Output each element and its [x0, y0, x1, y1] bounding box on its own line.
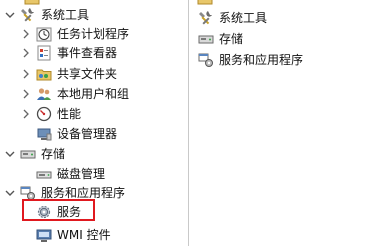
tools-icon [198, 10, 214, 26]
list-item-label: 存储 [219, 32, 244, 46]
storage-icon [198, 31, 214, 47]
services-apps-icon [198, 52, 214, 68]
list-item-system-tools[interactable]: 系统工具 [198, 8, 267, 28]
tree-item-label: 设备管理器 [57, 127, 118, 141]
disk-icon [36, 166, 52, 182]
tree-item-label: 磁盘管理 [57, 167, 106, 181]
navigation-tree-pane: 系统工具 任务计划程序 事件查看器 共享文件夹 本地用户和组 性能 设备管理器 … [0, 0, 188, 246]
folder-icon [197, 0, 213, 6]
chevron-right-icon[interactable] [20, 28, 32, 40]
tree-item-label: 任务计划程序 [57, 27, 130, 41]
list-item-clipped[interactable] [197, 0, 218, 8]
list-item-label: 服务和应用程序 [219, 53, 304, 67]
users-icon [36, 86, 52, 102]
tree-item-label: 性能 [57, 107, 82, 121]
device-manager-icon [36, 126, 52, 142]
chevron-down-icon[interactable] [4, 148, 16, 160]
tree-item-storage[interactable]: 存储 [4, 144, 65, 164]
tree-item-wmi-control[interactable]: WMI 控件 [36, 225, 111, 245]
tree-item-disk-management[interactable]: 磁盘管理 [36, 164, 105, 184]
tree-item-label: 共享文件夹 [57, 67, 118, 81]
tree-item-performance[interactable]: 性能 [20, 104, 81, 124]
event-viewer-icon [36, 45, 52, 61]
tree-item-label: WMI 控件 [57, 228, 111, 242]
chevron-down-icon[interactable] [4, 187, 16, 199]
list-item-services-and-applications[interactable]: 服务和应用程序 [198, 50, 303, 70]
chevron-right-icon[interactable] [20, 47, 32, 59]
content-list-pane: 系统工具 存储 服务和应用程序 [189, 0, 389, 246]
chevron-right-icon[interactable] [20, 108, 32, 120]
tree-item-task-scheduler[interactable]: 任务计划程序 [20, 24, 129, 44]
chevron-right-icon[interactable] [20, 68, 32, 80]
wmi-icon [36, 227, 52, 243]
tree-item-shared-folders[interactable]: 共享文件夹 [20, 64, 117, 84]
list-item-label: 系统工具 [219, 11, 268, 25]
tree-item-label: 存储 [41, 147, 66, 161]
highlight-box [22, 199, 95, 221]
tree-item-label: 本地用户和组 [57, 87, 130, 101]
chevron-down-icon[interactable] [4, 9, 16, 21]
clock-icon [36, 26, 52, 42]
performance-icon [36, 106, 52, 122]
storage-icon [20, 146, 36, 162]
tree-item-local-users-groups[interactable]: 本地用户和组 [20, 84, 129, 104]
tree-item-system-tools[interactable]: 系统工具 [4, 5, 89, 25]
tools-icon [20, 7, 36, 23]
list-item-storage[interactable]: 存储 [198, 29, 243, 49]
chevron-right-icon[interactable] [20, 88, 32, 100]
tree-item-device-manager[interactable]: 设备管理器 [36, 124, 117, 144]
tree-item-label: 系统工具 [41, 8, 90, 22]
tree-item-event-viewer[interactable]: 事件查看器 [20, 43, 117, 63]
shared-folder-icon [36, 66, 52, 82]
tree-item-label: 事件查看器 [57, 46, 118, 60]
